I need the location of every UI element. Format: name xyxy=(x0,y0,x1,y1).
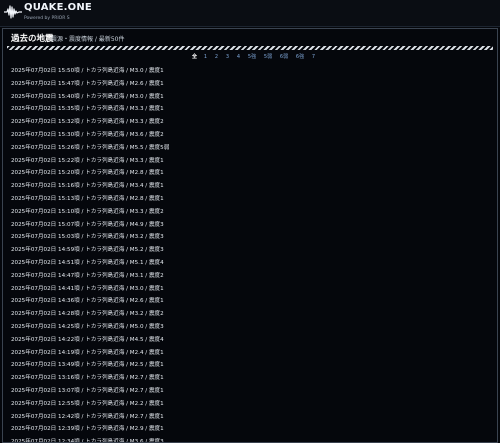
pager-item[interactable]: 6弱 xyxy=(276,53,292,62)
panel-subtitle: 震源・震度情報 / 最新50件 xyxy=(51,36,125,43)
intensity-filter-pager: 全 1 2 3 4 5強 5弱 6弱 6強 7 xyxy=(189,53,319,62)
earthquake-list-item[interactable]: 2025年07月02日 15:35頃 / トカラ列島近海 / M3.3 / 震度… xyxy=(11,103,491,116)
panel-header: 過去の地震 震源・震度情報 / 最新50件 xyxy=(3,29,497,45)
pager-item[interactable]: 5強 xyxy=(244,53,260,62)
earthquake-list-item[interactable]: 2025年07月02日 15:13頃 / トカラ列島近海 / M2.8 / 震度… xyxy=(11,193,491,206)
earthquake-list-item[interactable]: 2025年07月02日 14:47頃 / トカラ列島近海 / M3.1 / 震度… xyxy=(11,270,491,283)
earthquake-list-item[interactable]: 2025年07月02日 14:22頃 / トカラ列島近海 / M4.5 / 震度… xyxy=(11,334,491,347)
earthquake-list-item[interactable]: 2025年07月02日 12:55頃 / トカラ列島近海 / M2.2 / 震度… xyxy=(11,398,491,411)
earthquake-list-item[interactable]: 2025年07月02日 15:40頃 / トカラ列島近海 / M3.0 / 震度… xyxy=(11,91,491,104)
pager-item[interactable]: 2 xyxy=(211,53,222,62)
earthquake-list: 2025年07月02日 15:50頃 / トカラ列島近海 / M3.0 / 震度… xyxy=(11,65,491,442)
earthquake-list-item[interactable]: 2025年07月02日 14:51頃 / トカラ列島近海 / M5.1 / 震度… xyxy=(11,257,491,270)
earthquake-list-item[interactable]: 2025年07月02日 14:36頃 / トカラ列島近海 / M2.6 / 震度… xyxy=(11,295,491,308)
earthquake-list-item[interactable]: 2025年07月02日 14:28頃 / トカラ列島近海 / M3.2 / 震度… xyxy=(11,308,491,321)
pager-item[interactable]: 4 xyxy=(233,53,244,62)
pager-item[interactable]: 6強 xyxy=(292,53,308,62)
earthquake-list-item[interactable]: 2025年07月02日 13:49頃 / トカラ列島近海 / M2.5 / 震度… xyxy=(11,359,491,372)
pager-item[interactable]: 1 xyxy=(200,53,211,62)
earthquake-list-item[interactable]: 2025年07月02日 15:20頃 / トカラ列島近海 / M2.8 / 震度… xyxy=(11,167,491,180)
pager-item[interactable]: 5弱 xyxy=(260,53,276,62)
earthquake-list-item[interactable]: 2025年07月02日 15:50頃 / トカラ列島近海 / M3.0 / 震度… xyxy=(11,65,491,78)
earthquake-list-item[interactable]: 2025年07月02日 15:32頃 / トカラ列島近海 / M3.3 / 震度… xyxy=(11,116,491,129)
app-title[interactable]: QUAKE.ONE xyxy=(24,2,92,13)
earthquake-list-item[interactable]: 2025年07月02日 14:41頃 / トカラ列島近海 / M3.0 / 震度… xyxy=(11,283,491,296)
earthquake-list-item[interactable]: 2025年07月02日 15:16頃 / トカラ列島近海 / M3.4 / 震度… xyxy=(11,180,491,193)
panel-title: 過去の地震 xyxy=(11,34,54,44)
past-earthquakes-panel: 過去の地震 震源・震度情報 / 最新50件 全 1 2 3 4 5強 5弱 6弱 6強 7 202… xyxy=(2,28,498,443)
seismic-wave-icon xyxy=(4,5,22,19)
powered-by-label: Powered by PRIOR S xyxy=(24,16,70,21)
earthquake-list-item[interactable]: 2025年07月02日 15:47頃 / トカラ列島近海 / M2.6 / 震度… xyxy=(11,78,491,91)
top-bar: QUAKE.ONE Powered by PRIOR S xyxy=(0,0,500,27)
pager-item[interactable]: 7 xyxy=(308,53,319,62)
earthquake-list-item[interactable]: 2025年07月02日 14:25頃 / トカラ列島近海 / M5.0 / 震度… xyxy=(11,321,491,334)
earthquake-list-item[interactable]: 2025年07月02日 15:26頃 / トカラ列島近海 / M5.5 / 震度… xyxy=(11,142,491,155)
earthquake-list-item[interactable]: 2025年07月02日 13:16頃 / トカラ列島近海 / M2.7 / 震度… xyxy=(11,372,491,385)
earthquake-list-item[interactable]: 2025年07月02日 15:03頃 / トカラ列島近海 / M3.2 / 震度… xyxy=(11,231,491,244)
earthquake-list-item[interactable]: 2025年07月02日 15:10頃 / トカラ列島近海 / M3.3 / 震度… xyxy=(11,206,491,219)
earthquake-list-item[interactable]: 2025年07月02日 12:42頃 / トカラ列島近海 / M2.7 / 震度… xyxy=(11,411,491,424)
earthquake-list-item[interactable]: 2025年07月02日 13:07頃 / トカラ列島近海 / M2.7 / 震度… xyxy=(11,385,491,398)
earthquake-list-item[interactable]: 2025年07月02日 15:07頃 / トカラ列島近海 / M4.9 / 震度… xyxy=(11,219,491,232)
pager-item[interactable]: 全 xyxy=(189,53,200,62)
earthquake-list-item[interactable]: 2025年07月02日 12:34頃 / トカラ列島近海 / M3.6 / 震度… xyxy=(11,436,491,442)
earthquake-list-item[interactable]: 2025年07月02日 15:30頃 / トカラ列島近海 / M3.6 / 震度… xyxy=(11,129,491,142)
earthquake-list-item[interactable]: 2025年07月02日 12:39頃 / トカラ列島近海 / M2.9 / 震度… xyxy=(11,423,491,436)
earthquake-list-item[interactable]: 2025年07月02日 14:19頃 / トカラ列島近海 / M2.4 / 震度… xyxy=(11,347,491,360)
hazard-stripe-divider xyxy=(7,46,493,50)
earthquake-list-item[interactable]: 2025年07月02日 14:59頃 / トカラ列島近海 / M5.2 / 震度… xyxy=(11,244,491,257)
earthquake-list-item[interactable]: 2025年07月02日 15:22頃 / トカラ列島近海 / M3.3 / 震度… xyxy=(11,155,491,168)
pager-item[interactable]: 3 xyxy=(222,53,233,62)
